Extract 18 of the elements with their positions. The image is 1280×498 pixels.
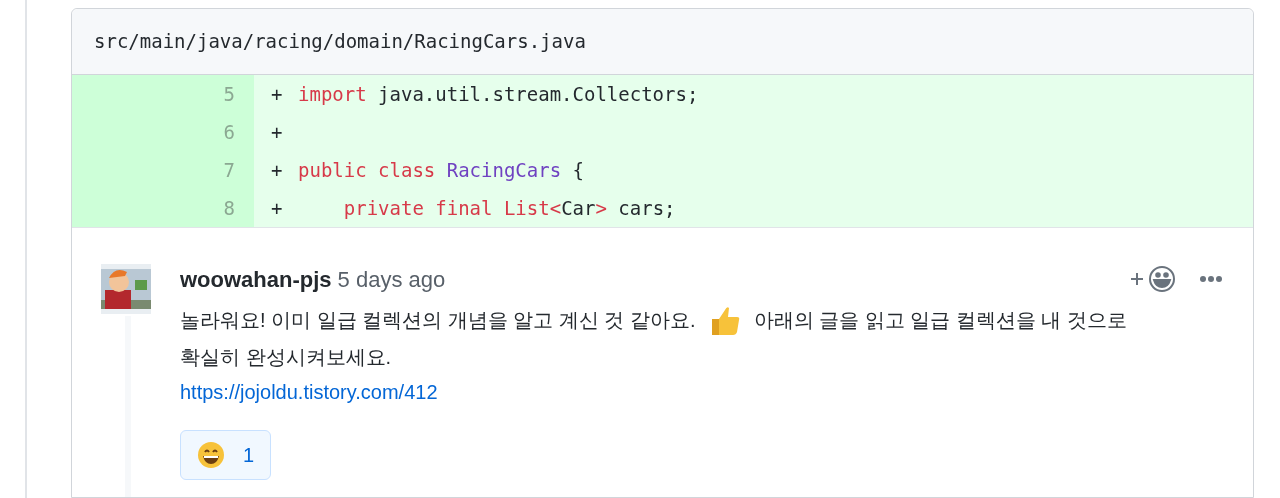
comment-time[interactable]: 5 days ago — [337, 262, 446, 296]
code-line: public class RacingCars { — [298, 158, 584, 183]
author-name[interactable]: woowahan-pjs — [180, 262, 332, 296]
file-path[interactable]: src/main/java/racing/domain/RacingCars.java — [94, 27, 586, 56]
diff-sign: + — [271, 196, 284, 221]
diff-sign: + — [271, 158, 284, 183]
add-reaction-icon[interactable] — [1129, 264, 1177, 294]
code-line: import java.util.stream.Collectors; — [298, 82, 699, 107]
code-line: private final List<Car> cars; — [342, 196, 676, 221]
comment-link[interactable]: https://jojoldu.tistory.com/412 — [180, 376, 438, 408]
comment-text: 아래의 글을 읽고 일급 컬렉션을 내 것으로 — [753, 308, 1127, 333]
diff-sign: + — [271, 120, 284, 145]
comment-text: 확실히 완성시켜보세요. — [180, 345, 392, 370]
diff-sign: + — [271, 82, 284, 107]
comment-text: 놀라워요! 이미 일급 컬렉션의 개념을 알고 계신 것 같아요. — [180, 308, 696, 333]
grinning-face-icon — [197, 441, 225, 469]
reaction-button[interactable]: 1 — [180, 430, 272, 480]
more-options-icon[interactable] — [1199, 275, 1223, 283]
